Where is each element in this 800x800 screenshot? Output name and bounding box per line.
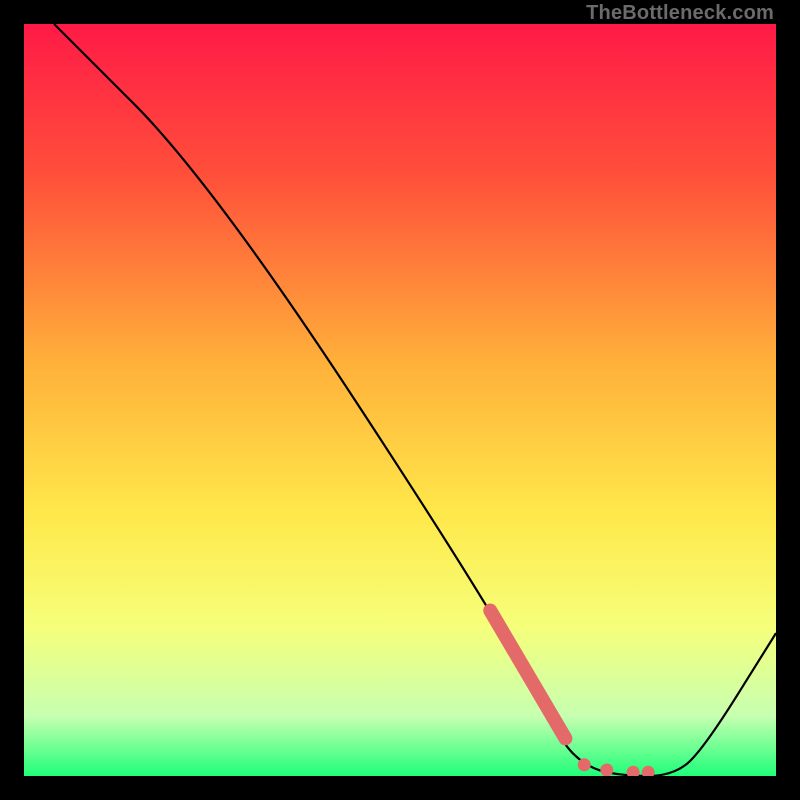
watermark-text: TheBottleneck.com — [586, 2, 774, 25]
bottleneck-chart — [24, 24, 776, 776]
gradient-background — [24, 24, 776, 776]
highlight-dot — [578, 758, 591, 771]
chart-frame — [24, 24, 776, 776]
highlight-dot — [600, 763, 613, 776]
